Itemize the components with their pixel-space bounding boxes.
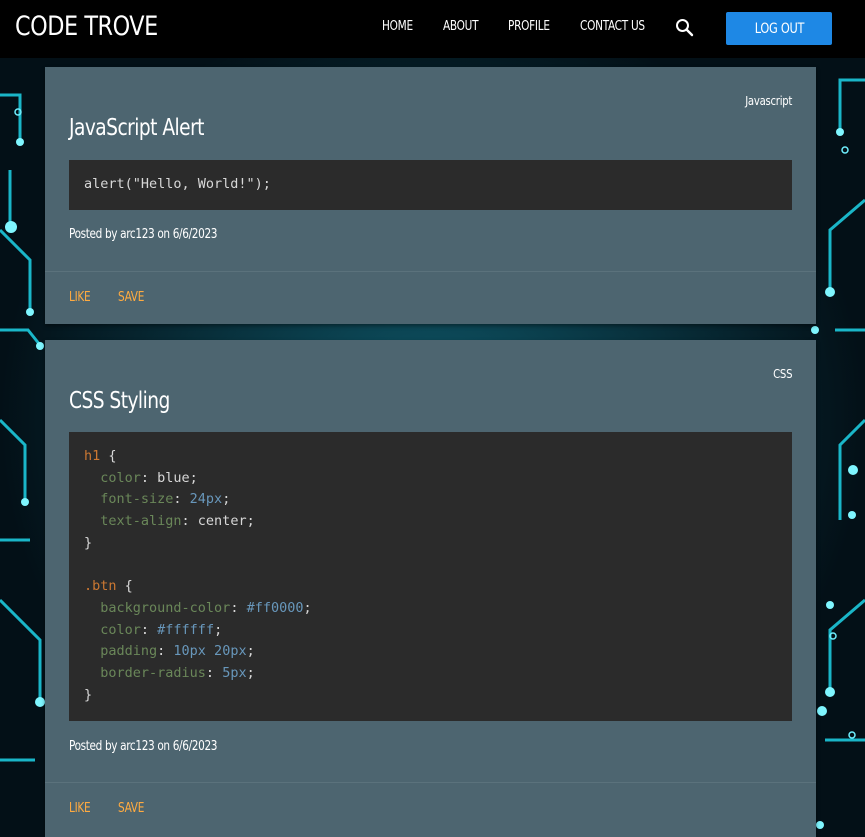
- code-token: ;: [222, 491, 231, 508]
- code-token: }: [84, 686, 93, 703]
- save-button[interactable]: SAVE: [118, 801, 144, 816]
- code-token: #ffffff: [157, 621, 215, 638]
- brand-logo[interactable]: CODE TROVE: [15, 11, 158, 42]
- code-token: 24px: [189, 491, 223, 508]
- code-token: : blue;: [140, 469, 198, 486]
- code-token: background-color: [84, 599, 231, 616]
- code-token: 10px 20px: [173, 643, 247, 660]
- card-divider: [45, 782, 816, 783]
- code-token: text-align: [84, 513, 182, 530]
- post-title: CSS Styling: [69, 388, 170, 414]
- nav-about[interactable]: ABOUT: [443, 19, 479, 34]
- code-line: alert("Hello, World!");: [84, 176, 271, 192]
- logout-label: LOG OUT: [754, 20, 804, 37]
- code-block: h1 { color: blue; font-size: 24px; text-…: [69, 432, 792, 721]
- code-token: :: [157, 643, 174, 660]
- code-token: ;: [214, 621, 223, 638]
- nav-contact-us[interactable]: CONTACT US: [580, 19, 645, 34]
- post-title: JavaScript Alert: [69, 115, 204, 141]
- code-token: :: [173, 491, 190, 508]
- post-card: CSS CSS Styling h1 { color: blue; font-s…: [45, 340, 816, 837]
- nav-profile[interactable]: PROFILE: [508, 19, 550, 34]
- search-icon[interactable]: [673, 16, 697, 40]
- post-meta: Posted by arc123 on 6/6/2023: [69, 227, 218, 242]
- code-token: color: [84, 621, 141, 638]
- code-token: ;: [303, 599, 312, 616]
- code-token: :: [205, 665, 223, 682]
- code-block: alert("Hello, World!");: [69, 160, 792, 210]
- code-token: {: [100, 448, 117, 464]
- code-token: font-size: [84, 491, 174, 508]
- nav-home[interactable]: HOME: [382, 19, 413, 34]
- code-token: 5px: [222, 665, 247, 682]
- post-card: Javascript JavaScript Alert alert("Hello…: [45, 67, 816, 324]
- logout-button[interactable]: LOG OUT: [726, 12, 832, 45]
- code-token: border-radius: [84, 665, 206, 682]
- top-nav-bar: CODE TROVE HOME ABOUT PROFILE CONTACT US…: [0, 0, 865, 58]
- code-token: padding: [84, 643, 158, 660]
- code-token: .btn: [84, 578, 117, 595]
- save-button[interactable]: SAVE: [118, 290, 144, 305]
- code-token: :: [230, 599, 247, 616]
- language-tag: Javascript: [745, 93, 792, 108]
- code-token: :: [140, 621, 158, 638]
- like-button[interactable]: LIKE: [69, 801, 91, 816]
- card-divider: [45, 271, 816, 272]
- post-meta: Posted by arc123 on 6/6/2023: [69, 739, 218, 754]
- code-token: #ff0000: [246, 599, 304, 616]
- code-token: {: [116, 578, 133, 595]
- language-tag: CSS: [772, 366, 792, 381]
- code-token: h1: [84, 448, 101, 464]
- like-button[interactable]: LIKE: [69, 290, 91, 305]
- code-token: }: [84, 534, 93, 551]
- code-token: ;: [246, 643, 255, 660]
- code-token: : center;: [181, 513, 255, 530]
- code-token: color: [84, 469, 141, 486]
- css-code: h1 { color: blue; font-size: 24px; text-…: [84, 446, 777, 706]
- code-token: ;: [246, 665, 255, 682]
